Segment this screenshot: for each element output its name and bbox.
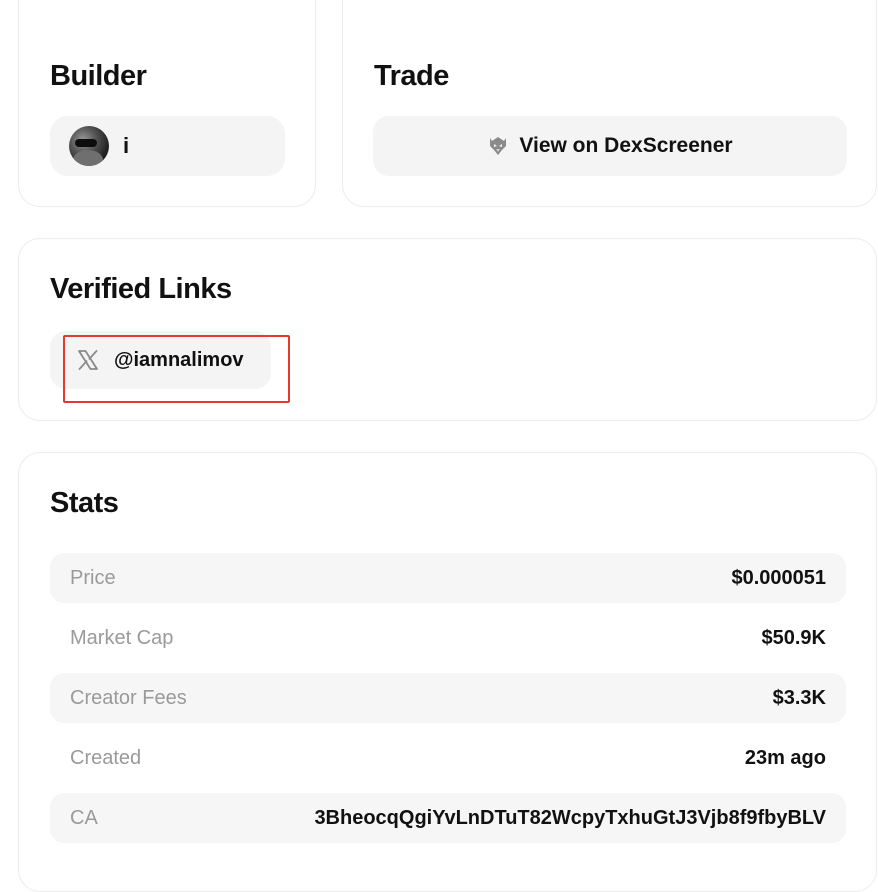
stat-row-price: Price $0.000051 [50, 553, 846, 603]
stat-label: Price [70, 566, 116, 589]
stat-row-created: Created 23m ago [50, 733, 846, 783]
x-logo-icon [76, 348, 100, 372]
stat-value: $50.9K [761, 626, 827, 649]
stat-label: CA [70, 806, 98, 829]
builder-profile-chip[interactable]: i [50, 116, 285, 176]
builder-avatar [69, 126, 109, 166]
builder-title: Builder [50, 60, 147, 92]
stat-value: $3.3K [772, 686, 826, 709]
trade-card: Trade View on DexScreener [342, 0, 877, 207]
view-on-dexscreener-button[interactable]: View on DexScreener [373, 116, 847, 176]
verified-links-title: Verified Links [50, 273, 232, 305]
verified-links-card: Verified Links @iamnalimov [18, 238, 877, 421]
stat-label: Created [70, 746, 142, 769]
stat-row-contract-address: CA 3BheocqQgiYvLnDTuT82WcpyTxhuGtJ3Vjb8f… [50, 793, 846, 843]
stat-value: 23m ago [744, 746, 826, 769]
contract-address-value[interactable]: 3BheocqQgiYvLnDTuT82WcpyTxhuGtJ3Vjb8f9fb… [314, 807, 826, 830]
stats-card: Stats Price $0.000051 Market Cap $50.9K … [18, 452, 877, 892]
view-on-dexscreener-label: View on DexScreener [519, 134, 733, 157]
builder-name: i [123, 133, 130, 158]
stats-list: Price $0.000051 Market Cap $50.9K Creato… [50, 553, 846, 853]
stat-row-creator-fees: Creator Fees $3.3K [50, 673, 846, 723]
dexscreener-icon [487, 135, 509, 157]
builder-card: Builder i [18, 0, 316, 207]
stat-value: $0.000051 [731, 566, 826, 589]
trade-title: Trade [374, 60, 449, 92]
stat-label: Market Cap [70, 626, 174, 649]
x-handle: @iamnalimov [114, 348, 244, 371]
stat-row-market-cap: Market Cap $50.9K [50, 613, 846, 663]
x-profile-link[interactable]: @iamnalimov [50, 331, 271, 389]
stat-label: Creator Fees [70, 686, 187, 709]
stats-title: Stats [50, 487, 119, 519]
